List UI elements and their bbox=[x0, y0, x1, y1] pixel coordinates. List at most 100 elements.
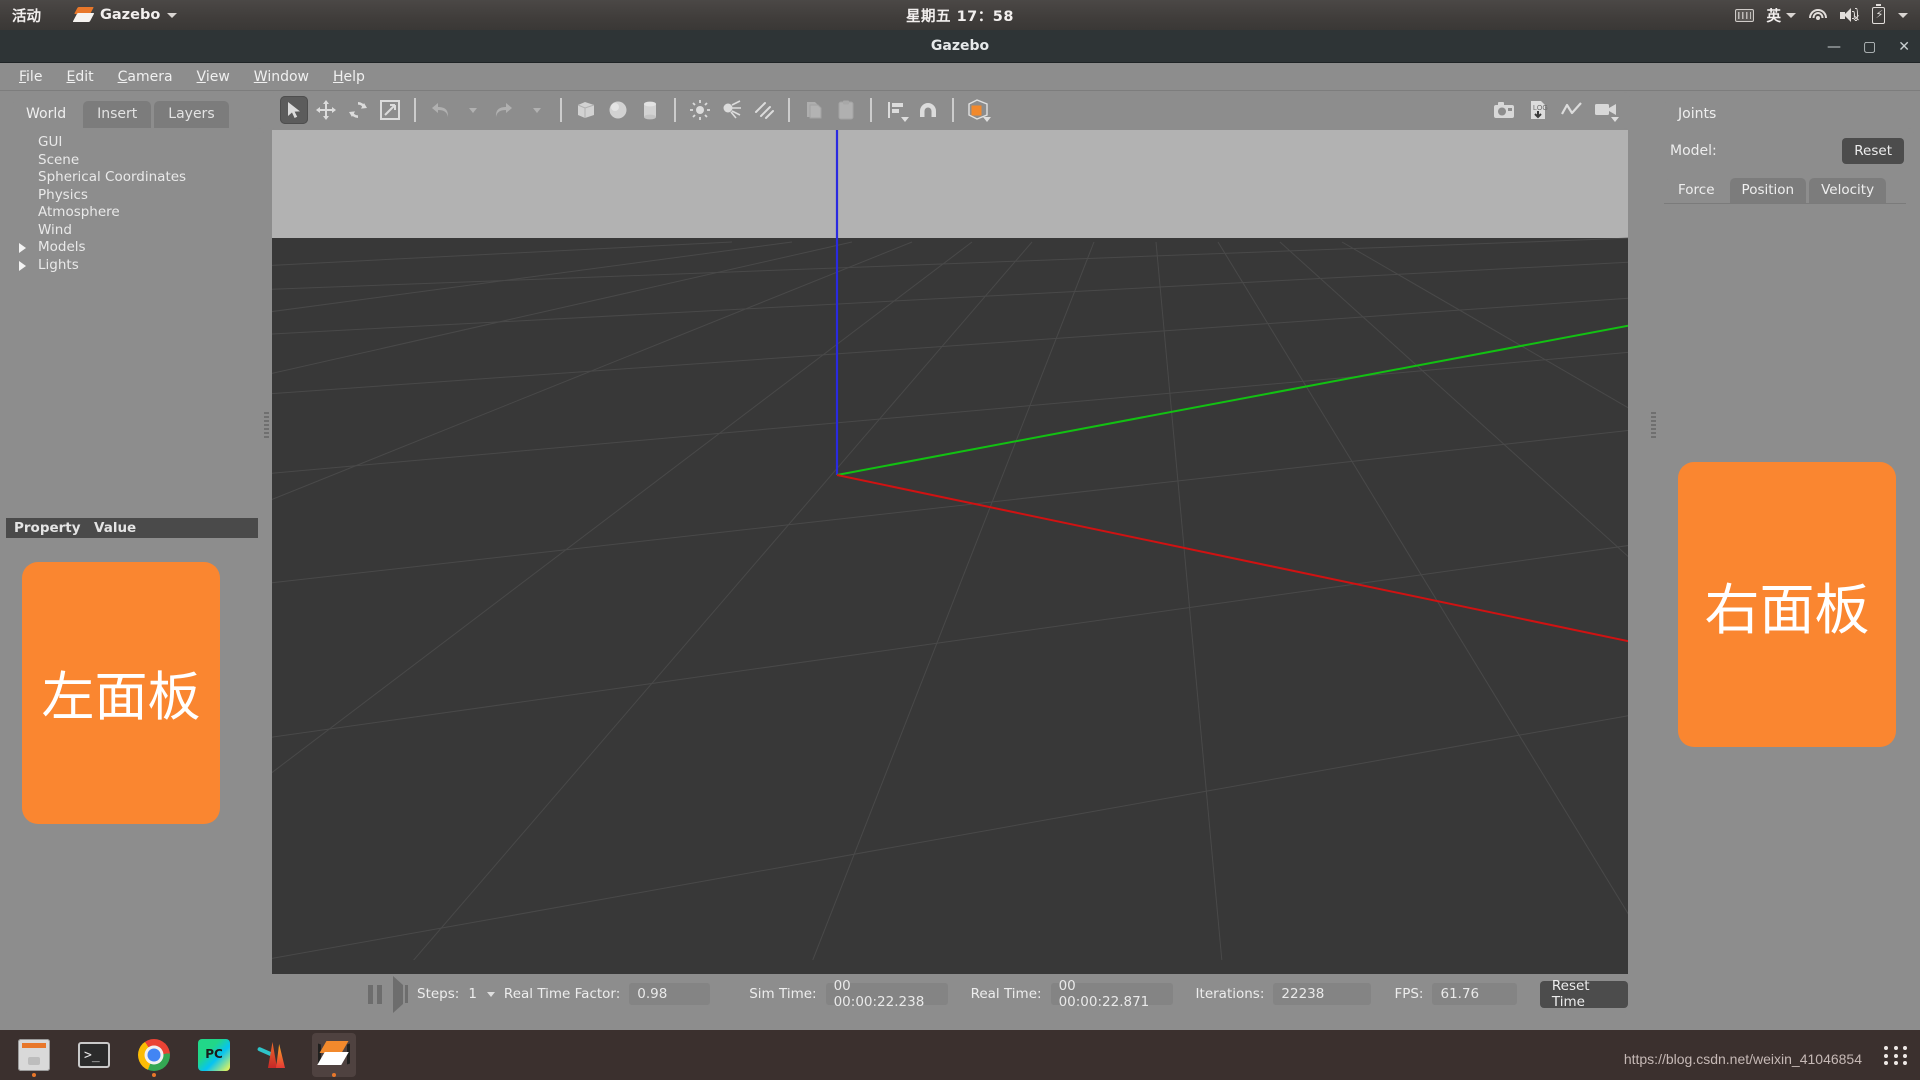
sim-time-value: 00 00:00:22.238 bbox=[825, 978, 948, 1010]
taskbar-chrome[interactable] bbox=[132, 1033, 176, 1077]
expand-arrow-icon[interactable] bbox=[19, 260, 26, 271]
property-column-header: Property bbox=[14, 520, 81, 536]
show-applications-icon[interactable] bbox=[1884, 1046, 1910, 1066]
expand-arrow-icon[interactable] bbox=[19, 243, 26, 253]
taskbar-pycharm[interactable] bbox=[192, 1033, 236, 1077]
menu-camera[interactable]: Camera bbox=[107, 66, 184, 88]
insert-box-button[interactable] bbox=[572, 96, 600, 124]
real-time-value: 00 00:00:22.871 bbox=[1050, 978, 1173, 1010]
insert-point-light-button[interactable] bbox=[686, 96, 714, 124]
world-tree: GUI Scene Spherical Coordinates Physics … bbox=[6, 128, 264, 274]
menu-edit[interactable]: Edit bbox=[55, 66, 104, 88]
svg-text:LOG: LOG bbox=[1533, 105, 1548, 112]
steps-label: Steps: bbox=[417, 986, 460, 1002]
3d-viewport[interactable] bbox=[272, 130, 1628, 974]
tab-force[interactable]: Force bbox=[1666, 178, 1727, 203]
watermark-url: https://blog.csdn.net/weixin_41046854 bbox=[1623, 1051, 1862, 1067]
taskbar-terminal[interactable]: >_ bbox=[72, 1033, 116, 1077]
menu-help[interactable]: Help bbox=[322, 66, 376, 88]
value-column-header: Value bbox=[94, 520, 137, 536]
undo-button[interactable] bbox=[426, 96, 454, 124]
menu-file[interactable]: File bbox=[8, 66, 53, 88]
left-viewport-splitter[interactable] bbox=[264, 412, 269, 438]
menu-window[interactable]: Window bbox=[243, 66, 320, 88]
tree-item-physics[interactable]: Physics bbox=[34, 187, 264, 205]
video-record-button[interactable] bbox=[1592, 96, 1620, 124]
insert-cylinder-button[interactable] bbox=[636, 96, 664, 124]
iterations-label: Iterations: bbox=[1195, 986, 1265, 1002]
redo-history-button[interactable] bbox=[522, 96, 550, 124]
keyboard-icon[interactable] bbox=[1734, 8, 1754, 22]
tab-insert[interactable]: Insert bbox=[83, 101, 152, 128]
align-button[interactable] bbox=[882, 96, 910, 124]
snap-button[interactable] bbox=[914, 96, 942, 124]
translate-mode-button[interactable] bbox=[312, 96, 340, 124]
insert-spot-light-button[interactable] bbox=[718, 96, 746, 124]
gazebo-icon bbox=[317, 1040, 351, 1070]
tree-item-label: Models bbox=[38, 239, 86, 255]
menu-view[interactable]: View bbox=[186, 66, 241, 88]
fps-label: FPS: bbox=[1394, 986, 1424, 1002]
tree-item-lights[interactable]: Lights bbox=[19, 256, 264, 275]
undo-history-button[interactable] bbox=[458, 96, 486, 124]
taskbar-matlab[interactable] bbox=[252, 1033, 296, 1077]
tree-item-wind[interactable]: Wind bbox=[34, 222, 264, 240]
iterations-value: 22238 bbox=[1273, 983, 1372, 1005]
tree-item-scene[interactable]: Scene bbox=[34, 152, 264, 170]
real-time-factor-value: 0.98 bbox=[629, 983, 711, 1005]
rotate-mode-button[interactable] bbox=[344, 96, 372, 124]
steps-value[interactable]: 1 bbox=[468, 986, 477, 1002]
render-toolbar-right-group: LOG bbox=[1490, 96, 1620, 124]
viewport-right-splitter[interactable] bbox=[1651, 412, 1656, 438]
wifi-icon[interactable] bbox=[1809, 8, 1827, 22]
tab-world[interactable]: World bbox=[12, 101, 81, 128]
maximize-button[interactable]: ▢ bbox=[1863, 40, 1876, 54]
minimize-button[interactable]: — bbox=[1827, 40, 1841, 54]
tree-item-spherical-coordinates[interactable]: Spherical Coordinates bbox=[34, 169, 264, 187]
running-indicator bbox=[332, 1073, 336, 1077]
joints-reset-button[interactable]: Reset bbox=[1842, 138, 1904, 164]
screenshot-button[interactable] bbox=[1490, 96, 1518, 124]
tree-item-models[interactable]: Models bbox=[19, 239, 264, 257]
tree-item-gui[interactable]: GUI bbox=[34, 134, 264, 152]
left-panel-tabs: World Insert Layers bbox=[12, 101, 229, 128]
reset-time-button[interactable]: Reset Time bbox=[1539, 978, 1628, 1010]
tab-velocity[interactable]: Velocity bbox=[1809, 178, 1887, 203]
steps-spinner-icon[interactable] bbox=[486, 991, 495, 997]
paste-button[interactable] bbox=[832, 96, 860, 124]
render-area: LOG Steps: 1 Real Time Factor: 0.98 Sim … bbox=[270, 92, 1630, 1016]
log-record-button[interactable]: LOG bbox=[1524, 96, 1552, 124]
tab-layers[interactable]: Layers bbox=[154, 101, 229, 128]
taskbar-files[interactable] bbox=[12, 1033, 56, 1077]
window-titlebar: Gazebo — ▢ ✕ bbox=[0, 30, 1920, 63]
clock[interactable]: 星期五 17：58 bbox=[0, 5, 1920, 26]
tree-item-atmosphere[interactable]: Atmosphere bbox=[34, 204, 264, 222]
toolbar-separator bbox=[870, 98, 872, 122]
model-label: Model: bbox=[1670, 143, 1717, 159]
volume-muted-icon[interactable]: ✕ bbox=[1840, 7, 1860, 24]
render-toolbar: LOG bbox=[270, 92, 1630, 128]
pause-button[interactable] bbox=[368, 984, 384, 1004]
toolbar-separator bbox=[674, 98, 676, 122]
view-mode-button[interactable] bbox=[964, 96, 992, 124]
running-indicator bbox=[32, 1073, 36, 1077]
battery-charging-icon[interactable]: ⚡ bbox=[1872, 3, 1885, 24]
ground-grid bbox=[272, 130, 1628, 974]
model-row: Model: Reset bbox=[1656, 128, 1914, 164]
step-forward-button[interactable] bbox=[393, 976, 408, 1013]
select-mode-button[interactable] bbox=[280, 96, 308, 124]
copy-button[interactable] bbox=[800, 96, 828, 124]
tab-joints[interactable]: Joints bbox=[1664, 101, 1731, 128]
insert-directional-light-button[interactable] bbox=[750, 96, 778, 124]
real-time-factor-label: Real Time Factor: bbox=[503, 986, 621, 1002]
scale-mode-button[interactable] bbox=[376, 96, 404, 124]
insert-sphere-button[interactable] bbox=[604, 96, 632, 124]
tab-position[interactable]: Position bbox=[1729, 178, 1807, 203]
tree-item-label: Lights bbox=[38, 256, 79, 273]
close-button[interactable]: ✕ bbox=[1898, 40, 1910, 54]
taskbar: >_ https://blog.csdn.net/weixin_41046854 bbox=[0, 1030, 1920, 1080]
redo-button[interactable] bbox=[490, 96, 518, 124]
plot-window-button[interactable] bbox=[1558, 96, 1586, 124]
taskbar-gazebo[interactable] bbox=[312, 1033, 356, 1077]
chevron-down-icon bbox=[901, 117, 909, 122]
